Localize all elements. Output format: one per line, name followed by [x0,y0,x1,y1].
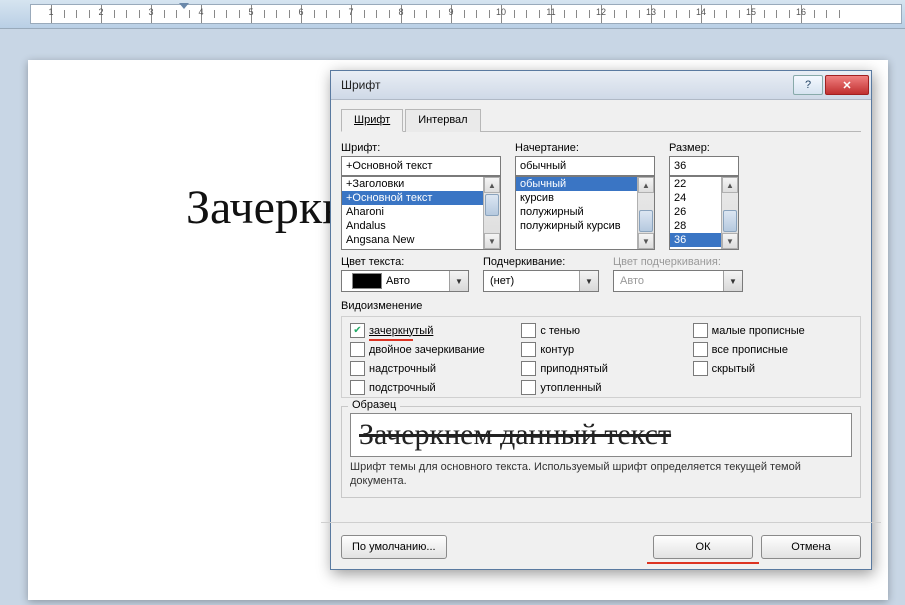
scroll-thumb[interactable] [485,194,499,216]
ruler-number: 8 [398,7,403,17]
style-input[interactable]: обычный [515,156,655,176]
ruler-number: 5 [248,7,253,17]
list-item[interactable]: +Основной текст [342,191,500,205]
scroll-thumb[interactable] [639,210,653,232]
list-item[interactable]: +Заголовки [342,177,500,191]
scroll-down-icon[interactable]: ▼ [484,233,500,249]
scroll-thumb[interactable] [723,210,737,232]
list-item[interactable]: курсив [516,191,654,205]
ruler-number: 1 [48,7,53,17]
sample-preview: Зачеркнем данный текст [350,413,852,457]
scroll-up-icon[interactable]: ▲ [722,177,738,193]
tab-font[interactable]: Шрифт [341,109,403,132]
ruler-number: 15 [746,7,756,17]
underline-label: Подчеркивание: [483,256,599,268]
ruler-number: 9 [448,7,453,17]
size-label: Размер: [669,142,739,154]
scroll-up-icon[interactable]: ▲ [484,177,500,193]
ruler-number: 11 [546,7,555,17]
highlight-underline [647,562,759,564]
font-color-label: Цвет текста: [341,256,469,268]
chevron-down-icon[interactable]: ▼ [449,271,468,291]
ruler-number: 6 [298,7,303,17]
checkbox-superscript[interactable]: надстрочный [350,361,509,376]
scrollbar[interactable]: ▲ ▼ [721,177,738,249]
ruler-number: 10 [496,7,506,17]
font-color-dropdown[interactable]: Авто ▼ [341,270,469,292]
ok-button[interactable]: ОК [653,535,753,559]
underline-color-label: Цвет подчеркивания: [613,256,743,268]
checkbox-shadow[interactable]: с тенью [521,323,680,338]
effects-group: ✔ зачеркнутый с тенью малые прописные дв… [341,316,861,398]
font-listbox[interactable]: +Заголовки+Основной текстAharoniAndalusA… [341,176,501,250]
indent-marker-icon[interactable] [179,3,189,9]
ruler-number: 3 [148,7,153,17]
checkbox-subscript[interactable]: подстрочный [350,380,509,395]
checkbox-icon: ✔ [350,323,365,338]
dialog-titlebar[interactable]: Шрифт ? ✕ [331,71,871,100]
cancel-button[interactable]: Отмена [761,535,861,559]
checkbox-double-strike[interactable]: двойное зачеркивание [350,342,509,357]
font-label: Шрифт: [341,142,501,154]
checkbox-emboss[interactable]: приподнятый [521,361,680,376]
chevron-down-icon[interactable]: ▼ [579,271,598,291]
scroll-down-icon[interactable]: ▼ [722,233,738,249]
dialog-button-row: По умолчанию... ОК Отмена [331,529,871,569]
size-input[interactable]: 36 [669,156,739,176]
size-listbox[interactable]: 2224262836 ▲ ▼ [669,176,739,250]
ruler-number: 2 [98,7,103,17]
scrollbar[interactable]: ▲ ▼ [483,177,500,249]
font-dialog: Шрифт ? ✕ Шрифт Интервал Шрифт: +Основно… [330,70,872,570]
sample-text: Зачеркнем данный текст [359,418,671,452]
checkbox-strikethrough[interactable]: ✔ зачеркнутый [350,323,509,338]
style-label: Начертание: [515,142,655,154]
default-button[interactable]: По умолчанию... [341,535,447,559]
ruler-number: 7 [348,7,353,17]
sample-group: Образец Зачеркнем данный текст Шрифт тем… [341,406,861,498]
sample-note: Шрифт темы для основного текста. Использ… [350,461,852,489]
dialog-title: Шрифт [341,78,791,92]
effects-heading: Видоизменение [341,300,861,312]
checkbox-smallcaps[interactable]: малые прописные [693,323,852,338]
ruler-number: 16 [796,7,806,17]
ruler-number: 4 [198,7,203,17]
help-button[interactable]: ? [793,75,823,95]
close-button[interactable]: ✕ [825,75,869,95]
tab-spacing[interactable]: Интервал [405,109,480,132]
scrollbar[interactable]: ▲ ▼ [637,177,654,249]
horizontal-ruler[interactable]: 12345678910111213141516 [30,4,902,24]
color-swatch-icon [352,273,382,289]
list-item[interactable]: Andalus [342,219,500,233]
sample-heading: Образец [348,399,400,411]
style-listbox[interactable]: обычныйкурсивполужирныйполужирный курсив… [515,176,655,250]
highlight-underline [369,339,413,341]
scroll-up-icon[interactable]: ▲ [638,177,654,193]
divider [321,522,881,523]
checkbox-allcaps[interactable]: все прописные [693,342,852,357]
list-item[interactable]: Aharoni [342,205,500,219]
ruler-number: 14 [696,7,706,17]
ruler-number: 13 [646,7,656,17]
scroll-down-icon[interactable]: ▼ [638,233,654,249]
list-item[interactable]: полужирный [516,205,654,219]
font-input[interactable]: +Основной текст [341,156,501,176]
dialog-body: Шрифт Интервал Шрифт: +Основной текст +З… [331,100,871,516]
list-item[interactable]: полужирный курсив [516,219,654,233]
chevron-down-icon: ▼ [723,271,742,291]
ruler-number: 12 [596,7,606,17]
list-item[interactable]: обычный [516,177,654,191]
list-item[interactable]: Angsana New [342,233,500,247]
checkbox-hidden[interactable]: скрытый [693,361,852,376]
underline-color-dropdown: Авто ▼ [613,270,743,292]
checkbox-engrave[interactable]: утопленный [521,380,680,395]
checkbox-outline[interactable]: контур [521,342,680,357]
ruler-area: 12345678910111213141516 [0,0,905,29]
tab-strip: Шрифт Интервал [341,108,861,132]
underline-style-dropdown[interactable]: (нет) ▼ [483,270,599,292]
